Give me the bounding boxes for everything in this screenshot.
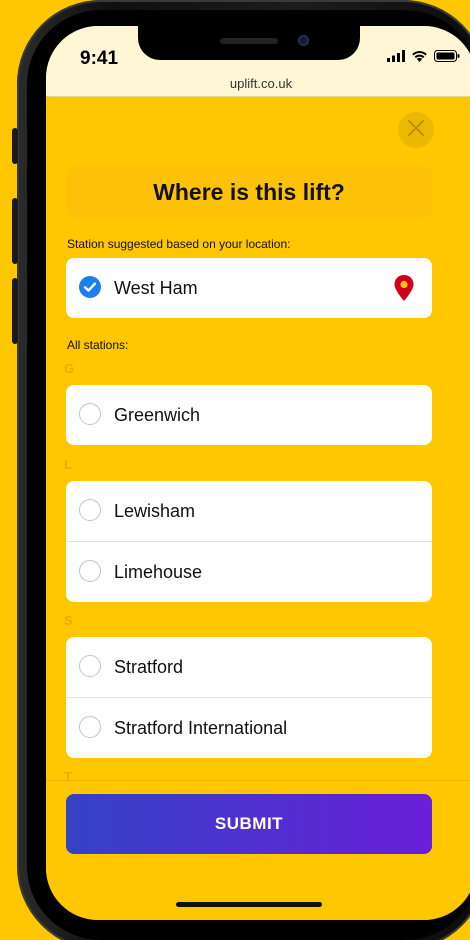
close-button[interactable]	[398, 112, 434, 148]
front-camera	[298, 35, 309, 46]
home-indicator[interactable]	[176, 902, 322, 907]
location-pin-icon	[394, 275, 414, 306]
station-label: Greenwich	[114, 405, 201, 425]
station-row-lewisham[interactable]: Lewisham	[66, 481, 432, 541]
speaker-grille	[220, 38, 278, 44]
station-group-s: Stratford Stratford International	[66, 637, 432, 758]
radio-button[interactable]	[79, 716, 101, 738]
signal-icon	[387, 49, 405, 67]
volume-up-button	[12, 198, 18, 264]
mute-switch	[12, 128, 18, 164]
station-row-limehouse[interactable]: Limehouse	[66, 541, 432, 602]
url-bar[interactable]: uplift.co.uk	[46, 76, 470, 91]
suggested-label: Station suggested based on your location…	[67, 237, 291, 251]
station-group-l: Lewisham Limehouse	[66, 481, 432, 602]
station-row-stratford-international[interactable]: Stratford International	[66, 697, 432, 758]
group-letter-g: G	[64, 361, 75, 376]
group-letter-s: S	[64, 613, 73, 628]
submit-button[interactable]: SUBMIT	[66, 794, 432, 854]
station-label: Lewisham	[114, 501, 196, 521]
status-bar: 9:41 uplift.co.uk	[46, 26, 470, 97]
wifi-icon	[411, 49, 428, 67]
suggested-station-card: West Ham	[66, 258, 432, 318]
station-row-greenwich[interactable]: Greenwich	[66, 385, 432, 445]
station-label: Limehouse	[114, 562, 203, 582]
group-letter-l: L	[64, 457, 72, 472]
app-frame: 9:41 uplift.co.uk Where is this lift? St…	[0, 0, 470, 940]
close-icon	[407, 119, 425, 142]
status-icons	[387, 49, 460, 67]
notch	[138, 26, 360, 60]
station-label: West Ham	[114, 278, 198, 298]
volume-down-button	[12, 278, 18, 344]
battery-icon	[434, 49, 460, 67]
radio-button[interactable]	[79, 560, 101, 582]
station-label: Stratford	[114, 657, 184, 677]
status-time: 9:41	[80, 48, 119, 69]
page-title: Where is this lift?	[66, 166, 432, 218]
radio-button[interactable]	[79, 403, 101, 425]
all-stations-label: All stations:	[67, 338, 129, 352]
station-row-west-ham[interactable]: West Ham	[66, 258, 432, 318]
station-group-g: Greenwich	[66, 385, 432, 445]
radio-button[interactable]	[79, 655, 101, 677]
station-label: Stratford International	[114, 718, 288, 738]
phone-screen: 9:41 uplift.co.uk Where is this lift? St…	[46, 26, 470, 920]
station-row-stratford[interactable]: Stratford	[66, 637, 432, 697]
check-icon[interactable]	[79, 276, 101, 298]
radio-button[interactable]	[79, 499, 101, 521]
